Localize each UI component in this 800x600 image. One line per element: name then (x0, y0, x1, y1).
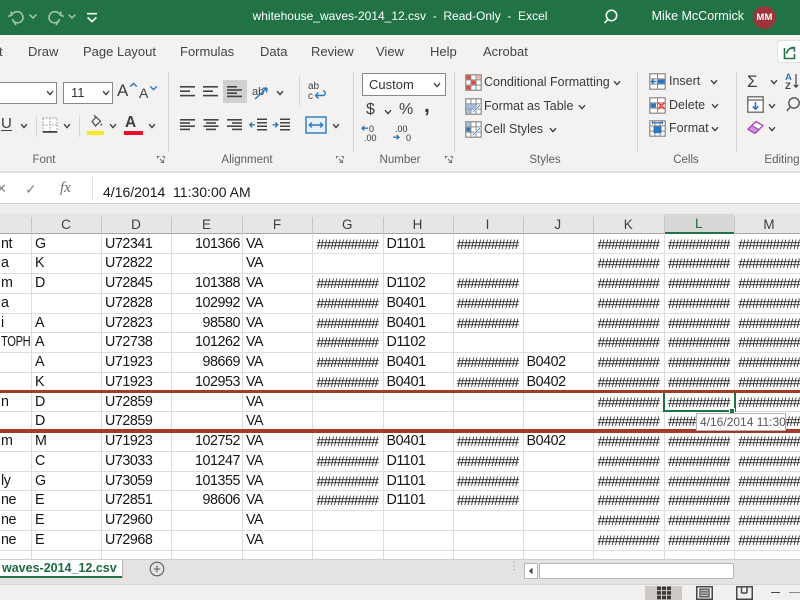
svg-text:.00: .00 (364, 133, 377, 142)
svg-text:c: c (308, 91, 313, 101)
svg-text:Z: Z (785, 81, 791, 90)
svg-text:0: 0 (406, 133, 411, 142)
